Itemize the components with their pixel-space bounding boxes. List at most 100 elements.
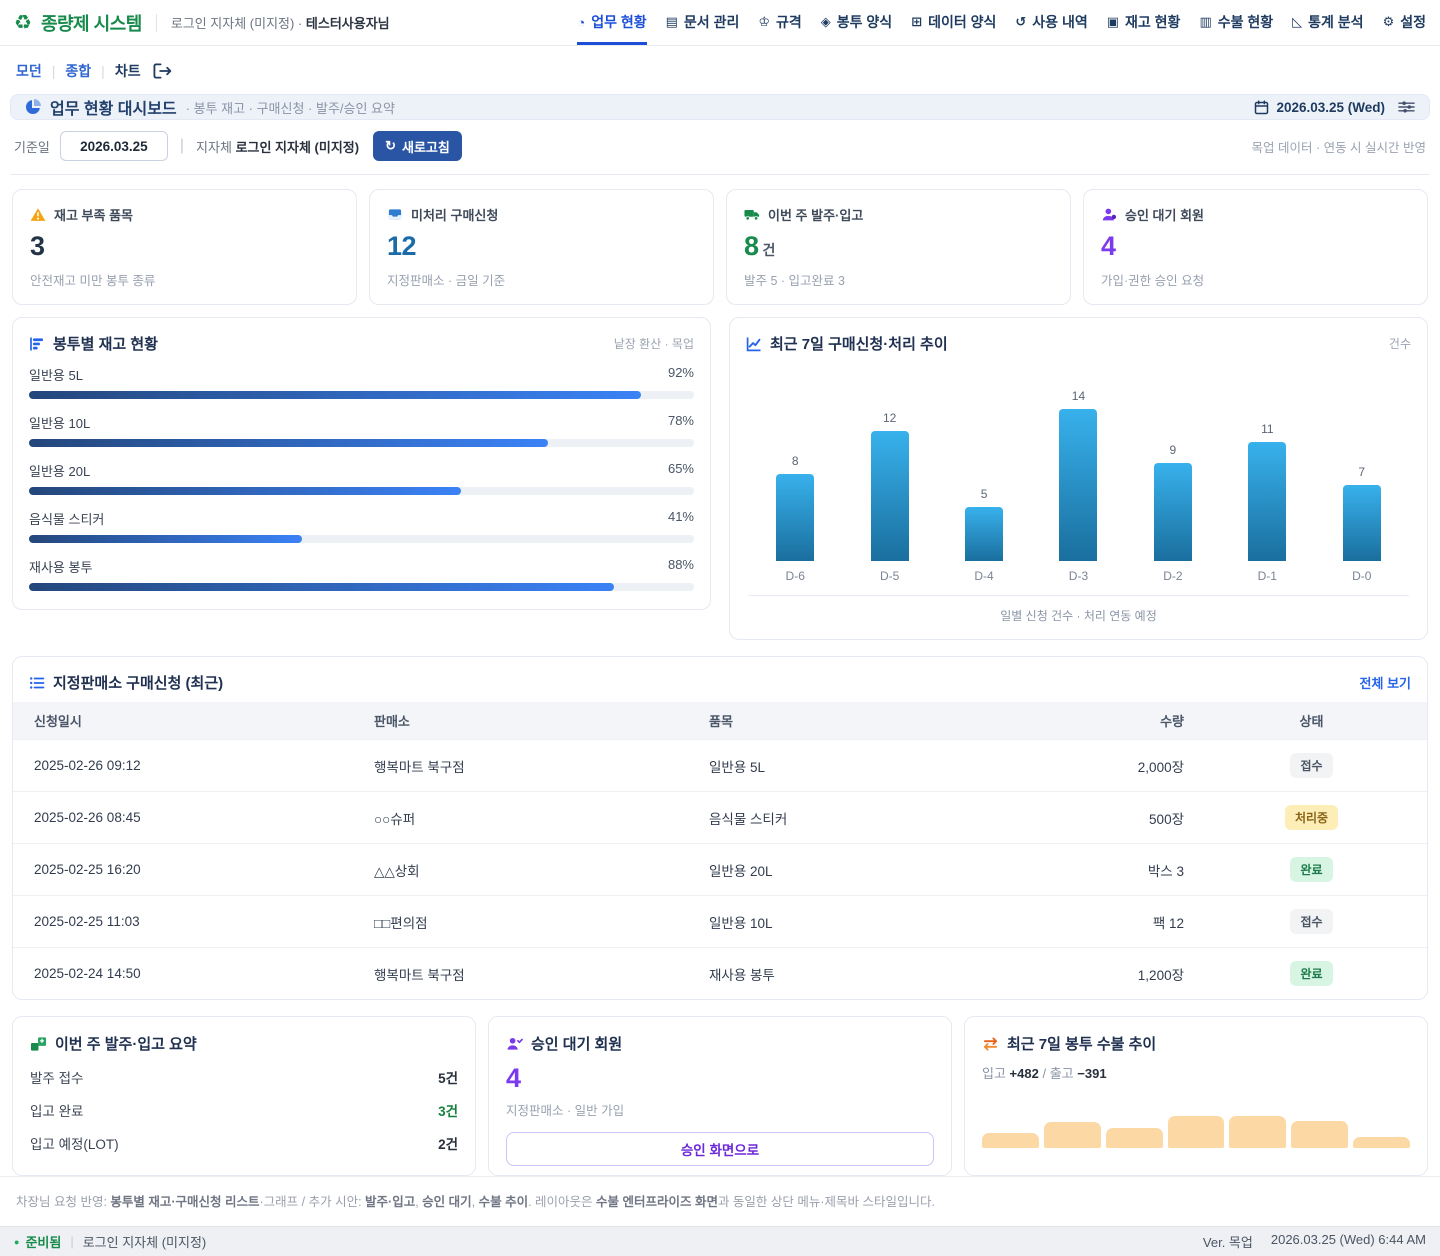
divider: | (70, 1234, 73, 1249)
inventory-bar-line: 음식물 스티커41% (29, 509, 694, 528)
table-header-row: 신청일시판매소품목수량상태 (13, 702, 1427, 740)
inventory-item-label: 재사용 봉투 (29, 557, 92, 576)
chart-x-label: D-0 (1315, 569, 1409, 583)
flow-bar (1044, 1122, 1101, 1148)
brand: ♻ 종량제 시스템 로그인 지자체 (미지정) · 테스터사용자님 (14, 10, 390, 36)
inventory-bar-line: 일반용 5L92% (29, 365, 694, 384)
refresh-button[interactable]: ↻ 새로고침 (373, 131, 462, 161)
status-badge: 완료 (1290, 857, 1332, 882)
flow-bar (1291, 1121, 1348, 1148)
skin-link-composite[interactable]: 종합 (65, 61, 91, 81)
logout-icon[interactable] (153, 63, 172, 79)
footnote-segment: 차장님 요청 반영: (16, 1195, 110, 1209)
flow-summary: 입고 +482 / 출고 −391 (982, 1063, 1410, 1082)
base-date-input[interactable] (60, 131, 168, 161)
status-badge: 접수 (1290, 909, 1332, 934)
approval-panel: 승인 대기 회원 4 지정판매소 · 일반 가입 승인 화면으로 (488, 1016, 952, 1176)
cell-datetime: 2025-02-25 11:03 (13, 896, 353, 948)
inventory-bar-row: 일반용 10L78% (29, 413, 694, 447)
app-title: 종량제 시스템 (41, 10, 142, 36)
nav-item-label: 규격 (776, 12, 802, 32)
chart-x-label: D-2 (1126, 569, 1220, 583)
line-chart-icon (746, 336, 762, 352)
cell-item: 음식물 스티커 (688, 792, 1048, 844)
bar-chart-icon (29, 336, 45, 352)
purchase-requests-panel: 지정판매소 구매신청 (최근) 전체 보기 신청일시판매소품목수량상태 2025… (12, 656, 1428, 1000)
top-header: ♻ 종량제 시스템 로그인 지자체 (미지정) · 테스터사용자님 ◔업무 현황… (0, 0, 1440, 46)
chart-bar (965, 507, 1003, 561)
cell-qty: 박스 3 (1048, 844, 1196, 896)
kpi-card-row: 재고 부족 품목3안전재고 미만 봉투 종류미처리 구매신청12지정판매소 · … (12, 189, 1428, 305)
nav-item-data-forms[interactable]: ⊞데이터 양식 (911, 0, 996, 45)
inventory-bar-row: 재사용 봉투88% (29, 557, 694, 591)
kpi-card-low-stock: 재고 부족 품목3안전재고 미만 봉투 종류 (12, 189, 357, 305)
orders-panel-head: 이번 주 발주·입고 요약 (30, 1033, 458, 1054)
kpi-card-pending-members: 승인 대기 회원4가입·권한 승인 요청 (1083, 189, 1428, 305)
chart-value-label: 11 (1261, 422, 1273, 436)
bottom-panels: 이번 주 발주·입고 요약 발주 접수5건입고 완료3건입고 예정(LOT)2건… (12, 1016, 1428, 1176)
nav-item-documents[interactable]: ▤문서 관리 (666, 0, 740, 45)
usage-history-icon: ↺ (1015, 14, 1026, 30)
nav-item-inventory[interactable]: ▣재고 현황 (1107, 0, 1181, 45)
kpi-subtext: 안전재고 미만 봉투 종류 (30, 270, 339, 289)
skin-link-chart[interactable]: 차트 (115, 61, 141, 81)
page-title-right: 2026.03.25 (Wed) (1254, 100, 1415, 115)
trend-chart-caption: 일별 신청 건수 · 처리 연동 예정 (748, 596, 1409, 627)
nav-item-bag-forms[interactable]: ◈봉투 양식 (821, 0, 892, 45)
status-badge: 완료 (1290, 961, 1332, 986)
kpi-subtext: 가입·권한 승인 요청 (1101, 270, 1410, 289)
column-header-2: 품목 (688, 702, 1048, 740)
chart-x-label: D-3 (1031, 569, 1125, 583)
chart-column: 7 (1315, 465, 1409, 561)
page-title-left: 업무 현황 대시보드 · 봉투 재고 · 구매신청 · 발주/승인 요약 (25, 95, 395, 119)
inventory-bar-track (29, 487, 694, 495)
nav-item-ledger[interactable]: ▥수불 현황 (1199, 0, 1273, 45)
column-header-0: 신청일시 (13, 702, 353, 740)
swap-arrows-icon (982, 1037, 999, 1051)
nav-item-label: 봉투 양식 (837, 12, 892, 32)
flow-out-label: 출고 (1050, 1066, 1074, 1081)
table-row[interactable]: 2025-02-24 14:50행복마트 북구점재사용 봉투1,200장완료 (13, 948, 1427, 1000)
list-icon (29, 675, 45, 691)
cell-status: 접수 (1196, 896, 1427, 948)
nav-item-label: 문서 관리 (684, 12, 739, 32)
table-row[interactable]: 2025-02-25 16:20△△상회일반용 20L박스 3완료 (13, 844, 1427, 896)
login-user: 테스터사용자님 (306, 16, 390, 31)
status-text: 준비됨 (25, 1232, 61, 1251)
nav-item-statistics[interactable]: ◺통계 분석 (1292, 0, 1363, 45)
inbox-icon (387, 207, 403, 222)
table-row[interactable]: 2025-02-26 08:45○○슈퍼음식물 스티커500장처리중 (13, 792, 1427, 844)
flow-bar (982, 1133, 1039, 1148)
go-to-approval-button[interactable]: 승인 화면으로 (506, 1132, 934, 1166)
nav-item-dashboard[interactable]: ◔업무 현황 (577, 0, 646, 45)
cell-item: 일반용 20L (688, 844, 1048, 896)
kpi-subtext: 지정판매소 · 금일 기준 (387, 270, 696, 289)
skin-link-modern[interactable]: 모던 (16, 61, 42, 81)
table-row[interactable]: 2025-02-26 09:12행복마트 북구점일반용 5L2,000장접수 (13, 740, 1427, 792)
page-title: 업무 현황 대시보드 (50, 95, 177, 119)
trend-chart-body: 8125149117 D-6D-5D-4D-3D-2D-1D-0 일별 신청 건… (730, 363, 1427, 639)
orders-rows: 발주 접수5건입고 완료3건입고 예정(LOT)2건 (30, 1067, 458, 1153)
divider: | (101, 63, 105, 79)
flow-separator: / (1042, 1066, 1046, 1081)
approval-panel-title: 승인 대기 회원 (531, 1033, 622, 1054)
status-badge: 처리중 (1285, 805, 1338, 830)
cell-store: ○○슈퍼 (353, 792, 688, 844)
nav-item-usage-history[interactable]: ↺사용 내역 (1015, 0, 1087, 45)
status-bar: ● 준비됨 | 로그인 지자체 (미지정) Ver. 목업 2026.03.25… (0, 1226, 1440, 1256)
nav-item-label: 설정 (1400, 12, 1426, 32)
view-all-link[interactable]: 전체 보기 (1360, 673, 1411, 692)
org-label: 지자체 로그인 지자체 (미지정) (196, 137, 359, 156)
nav-item-specs[interactable]: ♔규격 (758, 0, 801, 45)
refresh-icon: ↻ (385, 138, 396, 154)
recycle-logo-icon: ♻ (14, 10, 32, 35)
inventory-bar-fill (29, 535, 302, 543)
chart-x-label: D-1 (1220, 569, 1314, 583)
date-chip[interactable]: 2026.03.25 (Wed) (1254, 100, 1385, 115)
cell-store: 행복마트 북구점 (353, 740, 688, 792)
nav-item-settings[interactable]: ⚙설정 (1383, 0, 1426, 45)
sliders-icon[interactable] (1398, 100, 1415, 114)
table-panel-head: 지정판매소 구매신청 (최근) 전체 보기 (13, 657, 1427, 702)
nav-item-label: 통계 분석 (1308, 12, 1363, 32)
table-row[interactable]: 2025-02-25 11:03□□편의점일반용 10L팩 12접수 (13, 896, 1427, 948)
